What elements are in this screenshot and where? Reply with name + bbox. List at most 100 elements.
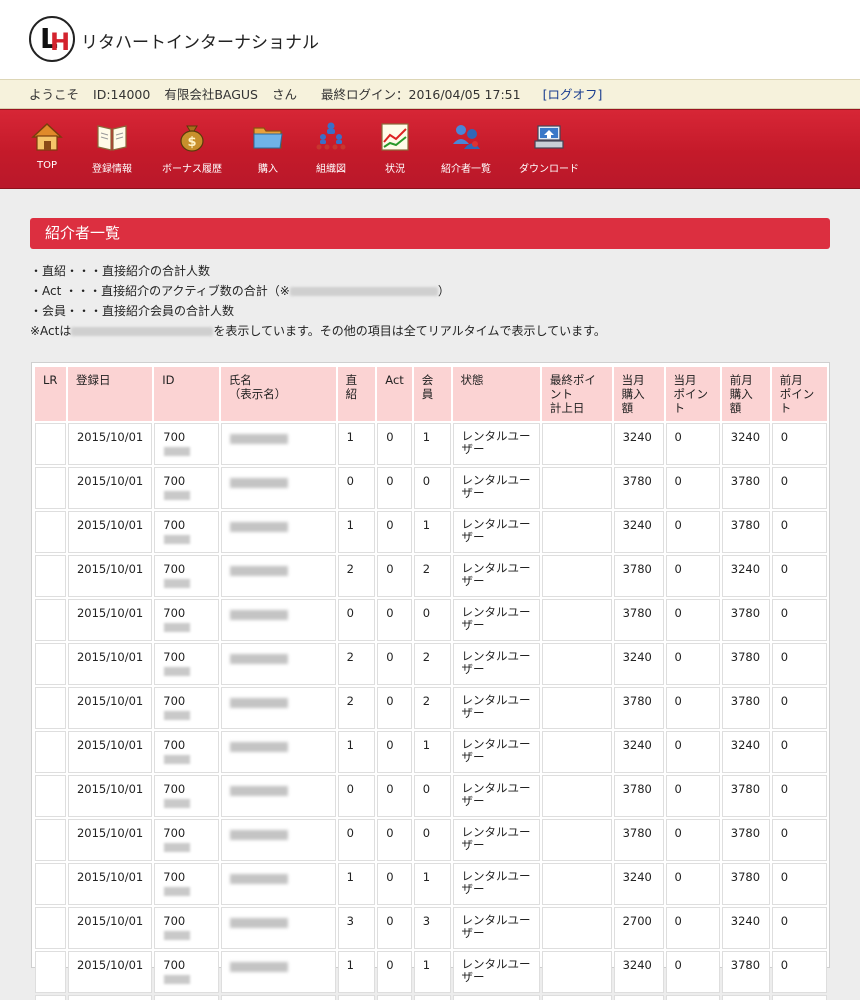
cell-cur-purchase: 3780	[613, 995, 664, 1000]
table-row: 2015/10/01 700 1 0 1 レンタルユーザー 3240 0 3780 0	[35, 863, 827, 905]
cell-id: 700	[154, 907, 219, 949]
cell-name	[220, 687, 336, 729]
company-logo[interactable]: L H	[29, 16, 75, 62]
cell-act: 0	[377, 907, 412, 949]
cell-name	[220, 731, 336, 773]
cell-last-point	[541, 599, 612, 641]
user-id: ID:14000	[93, 87, 151, 102]
nav-referral-list[interactable]: 紹介者一覧	[421, 120, 511, 175]
cell-lr	[35, 775, 66, 817]
cell-prev-purchase: 3240	[721, 555, 770, 597]
cell-prev-purchase: 3780	[721, 775, 770, 817]
cell-act: 0	[377, 995, 412, 1000]
cell-members: 1	[413, 863, 451, 905]
cell-id: 700	[154, 687, 219, 729]
cell-lr	[35, 643, 66, 685]
table-header-row: LR 登録日 ID 氏名 （表示名）直 紹 Act 会 員状態 最終ポイ ント 計上日 当月 …	[35, 367, 827, 421]
cell-cur-purchase: 3240	[613, 423, 664, 465]
cell-id: 700	[154, 423, 219, 465]
redacted-name	[229, 918, 288, 928]
redacted-name	[229, 522, 288, 532]
cell-name	[220, 951, 336, 993]
cell-members: 0	[413, 467, 451, 509]
cell-lr	[35, 467, 66, 509]
cell-direct: 1	[337, 863, 376, 905]
cell-members: 0	[413, 819, 451, 861]
nav-download[interactable]: ダウンロード	[504, 120, 594, 175]
cell-cur-point: 0	[665, 863, 720, 905]
cell-act: 0	[377, 423, 412, 465]
table-row: 2015/10/01 700 2 0 2 レンタルユーザー 3780 0 3240 0	[35, 555, 827, 597]
cell-date: 2015/10/01	[67, 555, 153, 597]
redacted-name	[229, 610, 288, 620]
cell-prev-point: 0	[771, 643, 827, 685]
download-icon	[534, 125, 564, 149]
cell-last-point	[541, 775, 612, 817]
cell-members: 0	[413, 775, 451, 817]
cell-act: 0	[377, 819, 412, 861]
cell-last-point	[541, 951, 612, 993]
cell-date: 2015/10/01	[67, 423, 153, 465]
cell-prev-point: 0	[771, 775, 827, 817]
cell-members: 0	[413, 995, 451, 1000]
table-body: 2015/10/01 700 1 0 1 レンタルユーザー 3240 0 3240 0 2015/1…	[35, 423, 827, 1000]
redacted-id	[164, 799, 191, 808]
cell-members: 2	[413, 555, 451, 597]
cell-name	[220, 775, 336, 817]
redacted-name	[229, 434, 288, 444]
cell-members: 1	[413, 511, 451, 553]
id-prefix: 700	[163, 650, 186, 664]
cell-cur-point: 0	[665, 907, 720, 949]
redacted-id	[164, 931, 191, 940]
cell-name	[220, 643, 336, 685]
cell-name	[220, 467, 336, 509]
cell-state: レンタルユーザー	[452, 467, 540, 509]
cell-cur-point: 0	[665, 511, 720, 553]
table-row: 2015/10/01 700 1 0 1 レンタルユーザー 3240 0 3240 0	[35, 423, 827, 465]
cell-id: 700	[154, 467, 219, 509]
honorific: さん	[272, 87, 298, 102]
redacted-name	[229, 874, 288, 884]
cell-id: 700	[154, 863, 219, 905]
redacted-id	[164, 711, 191, 720]
cell-direct: 0	[337, 599, 376, 641]
cell-lr	[35, 907, 66, 949]
cell-cur-purchase: 3240	[613, 511, 664, 553]
column-header: 前月 購入 額	[721, 367, 770, 421]
cell-state: レンタルユーザー	[452, 643, 540, 685]
nav-label: ダウンロード	[519, 164, 579, 175]
logout-link[interactable]: [ログオフ]	[543, 80, 603, 109]
cell-prev-purchase: 3780	[721, 687, 770, 729]
cell-act: 0	[377, 775, 412, 817]
referral-table: LR 登録日 ID 氏名 （表示名）直 紹 Act 会 員状態 最終ポイ ント 計上日 当月 …	[33, 365, 829, 1000]
redacted-id	[164, 755, 191, 764]
redacted-name	[229, 786, 288, 796]
cell-state: レンタルユーザー	[452, 995, 540, 1000]
cell-date: 2015/10/01	[67, 467, 153, 509]
cell-cur-purchase: 3780	[613, 819, 664, 861]
table-row: 2015/10/01700000レンタルユーザー3780037800	[35, 995, 827, 1000]
cell-id: 700	[154, 819, 219, 861]
table-row: 2015/10/01700000レンタルユーザー3780037800	[35, 819, 827, 861]
nav-registration[interactable]: 登録情報	[67, 120, 157, 175]
cell-cur-purchase: 3780	[613, 687, 664, 729]
cell-id: 700	[154, 951, 219, 993]
cell-cur-purchase: 3780	[613, 467, 664, 509]
table-row: 2015/10/01700000レンタルユーザー3780037800	[35, 775, 827, 817]
nav-label: 紹介者一覧	[441, 164, 491, 175]
cell-name	[220, 907, 336, 949]
redacted-name	[229, 742, 288, 752]
cell-name	[220, 995, 336, 1000]
cell-id: 700	[154, 555, 219, 597]
cell-cur-point: 0	[665, 731, 720, 773]
cell-name	[220, 423, 336, 465]
legend-notes: ・直紹・・・直接紹介の合計人数 ・Act ・・・直接紹介のアクティブ数の合計（※…	[30, 261, 606, 341]
cell-lr	[35, 423, 66, 465]
cell-lr	[35, 863, 66, 905]
nav-label: 登録情報	[92, 164, 132, 175]
cell-act: 0	[377, 687, 412, 729]
column-header: 当月 ポイン ト	[665, 367, 720, 421]
cell-name	[220, 819, 336, 861]
cell-date: 2015/10/01	[67, 995, 153, 1000]
cell-last-point	[541, 423, 612, 465]
